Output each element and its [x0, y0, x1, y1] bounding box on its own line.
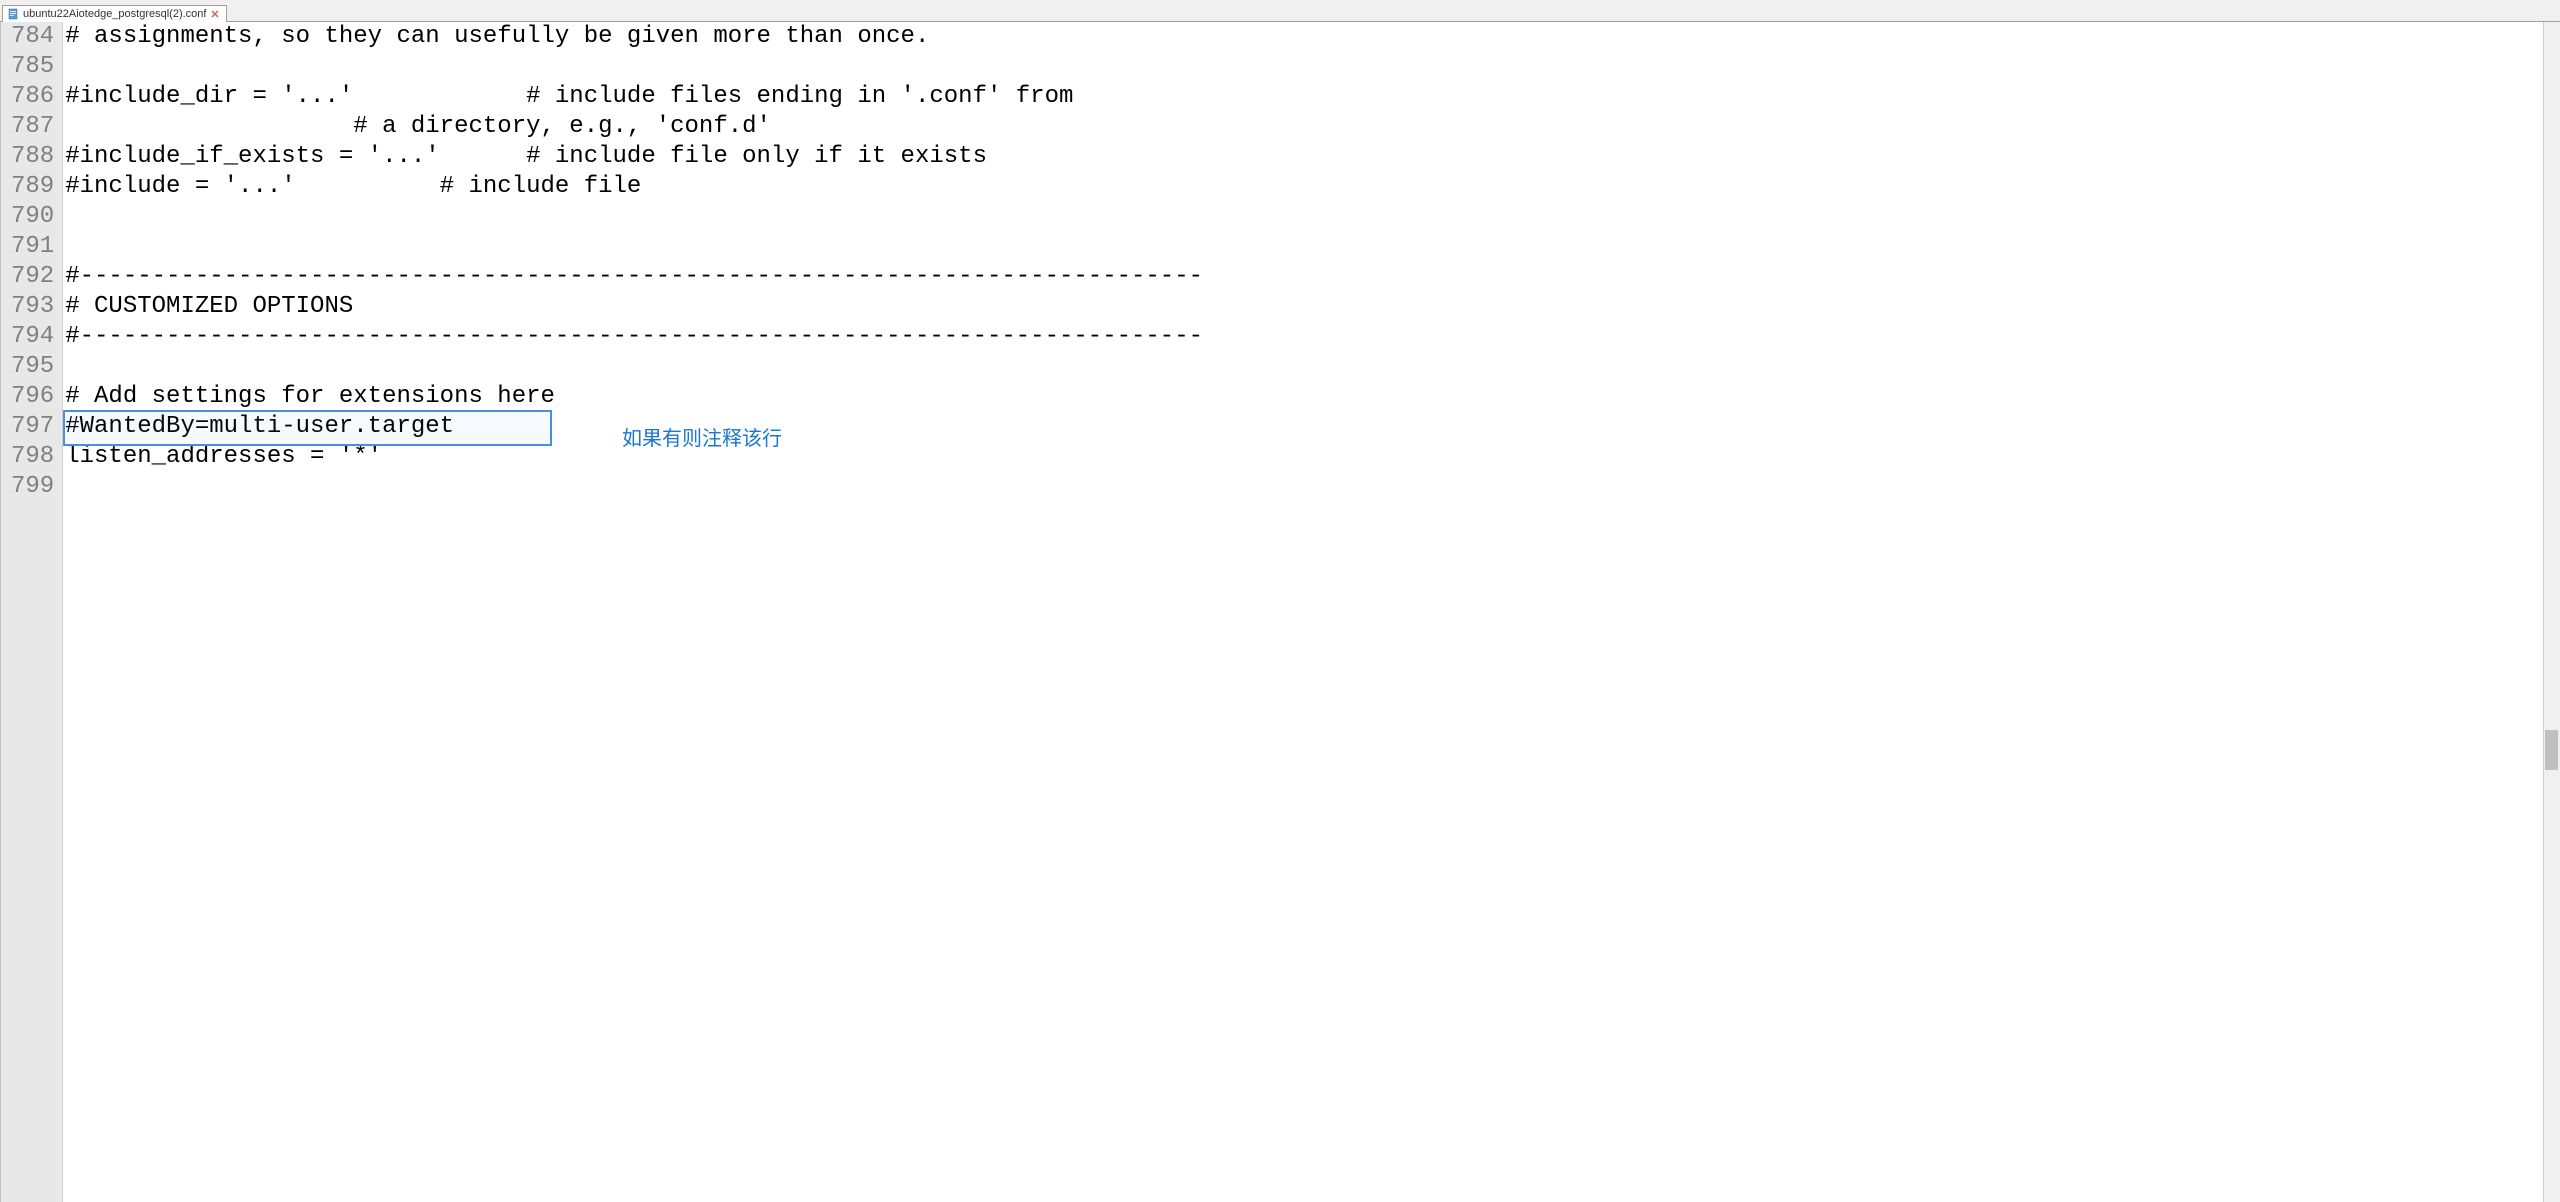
line-number: 787: [11, 112, 54, 142]
file-tab[interactable]: ubuntu22Aiotedge_postgresql(2).conf: [2, 5, 227, 22]
code-line[interactable]: [65, 202, 2560, 232]
line-number: 797: [11, 412, 54, 442]
line-number: 794: [11, 322, 54, 352]
code-line[interactable]: listen_addresses = '*': [65, 442, 2560, 472]
line-number: 793: [11, 292, 54, 322]
tab-filename: ubuntu22Aiotedge_postgresql(2).conf: [23, 8, 206, 20]
line-number: 795: [11, 352, 54, 382]
line-number: 796: [11, 382, 54, 412]
code-line[interactable]: #include_if_exists = '...' # include fil…: [65, 142, 2560, 172]
code-line[interactable]: #---------------------------------------…: [65, 262, 2560, 292]
line-number: 789: [11, 172, 54, 202]
line-number: 792: [11, 262, 54, 292]
code-line[interactable]: [65, 232, 2560, 262]
line-number: 799: [11, 472, 54, 502]
code-line[interactable]: # CUSTOMIZED OPTIONS: [65, 292, 2560, 322]
code-line[interactable]: #include_dir = '...' # include files end…: [65, 82, 2560, 112]
editor-container: 7847857867877887897907917927937947957967…: [0, 22, 2560, 1202]
scrollbar-thumb[interactable]: [2545, 730, 2558, 770]
code-line[interactable]: [65, 52, 2560, 82]
line-number: 788: [11, 142, 54, 172]
tab-close-button[interactable]: [210, 9, 220, 19]
line-number: 785: [11, 52, 54, 82]
code-line[interactable]: # Add settings for extensions here: [65, 382, 2560, 412]
vertical-scrollbar[interactable]: [2543, 22, 2560, 1202]
code-line[interactable]: # a directory, e.g., 'conf.d': [65, 112, 2560, 142]
line-number: 784: [11, 22, 54, 52]
code-area[interactable]: # assignments, so they can usefully be g…: [63, 22, 2560, 1202]
line-number: 791: [11, 232, 54, 262]
line-number: 790: [11, 202, 54, 232]
line-number: 786: [11, 82, 54, 112]
code-line[interactable]: #WantedBy=multi-user.target: [65, 412, 2560, 442]
code-line[interactable]: # assignments, so they can usefully be g…: [65, 22, 2560, 52]
code-line[interactable]: #---------------------------------------…: [65, 322, 2560, 352]
tab-bar: ubuntu22Aiotedge_postgresql(2).conf: [0, 0, 2560, 22]
line-number: 798: [11, 442, 54, 472]
code-line[interactable]: [65, 352, 2560, 382]
line-number-gutter: 7847857867877887897907917927937947957967…: [1, 22, 63, 1202]
code-line[interactable]: #include = '...' # include file: [65, 172, 2560, 202]
code-line[interactable]: [65, 472, 2560, 502]
file-icon: [7, 8, 19, 20]
